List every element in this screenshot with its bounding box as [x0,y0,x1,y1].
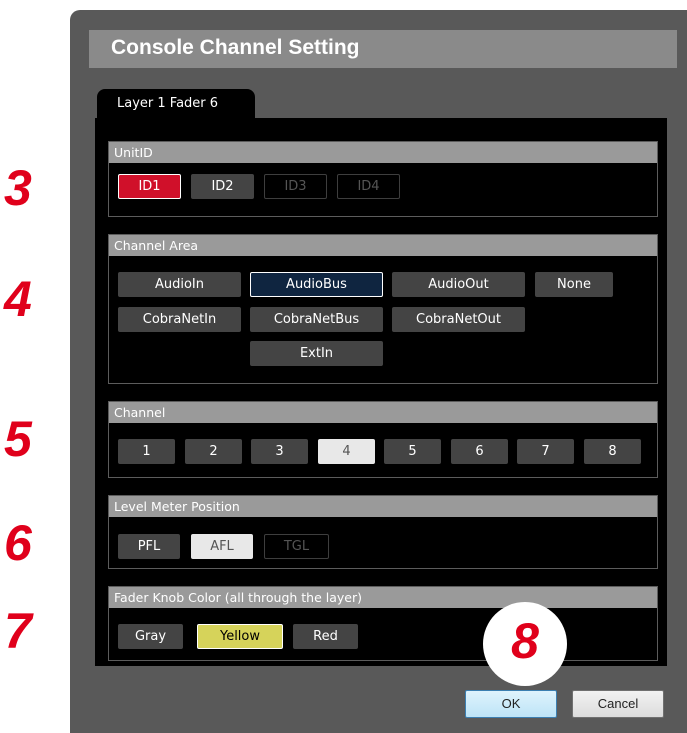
section-channel: Channel 1 2 3 4 5 6 7 8 [108,401,658,478]
channel-area-button-cobranetbus[interactable]: CobraNetBus [250,307,383,332]
channel-area-button-audiobus[interactable]: AudioBus [250,272,383,297]
channel-button-2[interactable]: 2 [185,439,242,464]
dialog-title: Console Channel Setting [111,36,360,59]
level-meter-button-tgl: TGL [264,534,329,559]
level-meter-button-afl[interactable]: AFL [191,534,253,559]
cancel-button[interactable]: Cancel [572,690,664,718]
tab-label: Layer 1 Fader 6 [117,96,219,111]
level-meter-button-pfl[interactable]: PFL [118,534,180,559]
section-level-meter-position: Level Meter Position PFL AFL TGL [108,495,658,569]
console-channel-setting-dialog: Console Channel Setting Layer 1 Fader 6 … [70,10,687,733]
channel-button-6[interactable]: 6 [451,439,508,464]
channel-area-button-extin[interactable]: ExtIn [250,341,383,366]
annotation-8-circle: 8 [483,602,567,686]
channel-area-button-cobranetout[interactable]: CobraNetOut [392,307,525,332]
section-header-channel: Channel [109,402,657,423]
settings-panel: UnitID ID1 ID2 ID3 ID4 Channel Area Audi… [95,118,667,666]
channel-area-button-audioin[interactable]: AudioIn [118,272,241,297]
section-header-level-meter: Level Meter Position [109,496,657,517]
fader-color-button-yellow[interactable]: Yellow [197,624,283,649]
fader-color-button-red[interactable]: Red [293,624,358,649]
channel-button-1[interactable]: 1 [118,439,175,464]
section-channel-area: Channel Area AudioIn AudioBus AudioOut N… [108,234,658,384]
unit-id-button-id3: ID3 [264,174,327,199]
tab-layer1-fader6[interactable]: Layer 1 Fader 6 [97,89,255,119]
channel-button-5[interactable]: 5 [384,439,441,464]
channel-button-3[interactable]: 3 [251,439,308,464]
annotation-3: 3 [4,160,32,216]
annotation-4: 4 [4,271,32,327]
channel-button-4[interactable]: 4 [318,439,375,464]
unit-id-button-id1[interactable]: ID1 [118,174,181,199]
channel-button-7[interactable]: 7 [517,439,574,464]
channel-area-button-none[interactable]: None [535,272,613,297]
section-unit-id: UnitID ID1 ID2 ID3 ID4 [108,141,658,217]
annotation-8: 8 [511,613,539,669]
annotation-5: 5 [4,411,32,467]
section-header-fader-color: Fader Knob Color (all through the layer) [109,587,657,608]
unit-id-button-id4: ID4 [337,174,400,199]
unit-id-button-id2[interactable]: ID2 [191,174,254,199]
section-header-channel-area: Channel Area [109,235,657,256]
section-header-unit-id: UnitID [109,142,657,163]
channel-button-8[interactable]: 8 [584,439,641,464]
title-bar: Console Channel Setting [89,30,677,68]
section-fader-knob-color: Fader Knob Color (all through the layer)… [108,586,658,661]
channel-area-button-audioout[interactable]: AudioOut [392,272,525,297]
annotation-7: 7 [4,603,32,659]
fader-color-button-gray[interactable]: Gray [118,624,183,649]
annotation-6: 6 [4,515,32,571]
channel-area-button-cobranetin[interactable]: CobraNetIn [118,307,241,332]
ok-button[interactable]: OK [465,690,557,718]
